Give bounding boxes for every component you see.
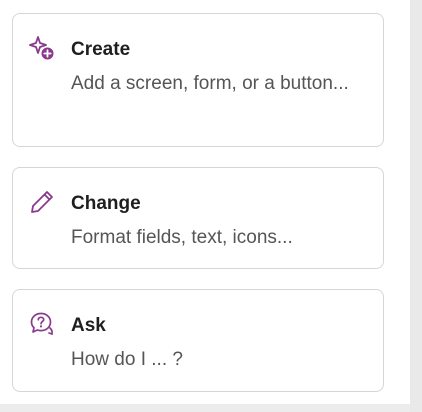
chat-question-icon bbox=[29, 311, 55, 337]
change-card-description: Format fields, text, icons... bbox=[71, 227, 293, 248]
create-card-title: Create bbox=[71, 39, 131, 60]
vertical-scrollbar[interactable] bbox=[410, 0, 422, 412]
copilot-suggestions-panel: Create Add a screen, form, or a button..… bbox=[0, 0, 410, 408]
change-suggestion-card[interactable]: Change Format fields, text, icons... bbox=[12, 167, 384, 269]
panel-bottom-edge bbox=[0, 404, 410, 412]
create-card-description: Add a screen, form, or a button... bbox=[71, 73, 349, 94]
change-card-title: Change bbox=[71, 193, 141, 214]
ask-card-description: How do I ... ? bbox=[71, 349, 183, 370]
ask-card-title: Ask bbox=[71, 315, 106, 336]
ask-suggestion-card[interactable]: Ask How do I ... ? bbox=[12, 289, 384, 392]
pencil-icon bbox=[29, 189, 55, 215]
create-suggestion-card[interactable]: Create Add a screen, form, or a button..… bbox=[12, 13, 384, 147]
sparkle-plus-icon bbox=[29, 35, 55, 61]
